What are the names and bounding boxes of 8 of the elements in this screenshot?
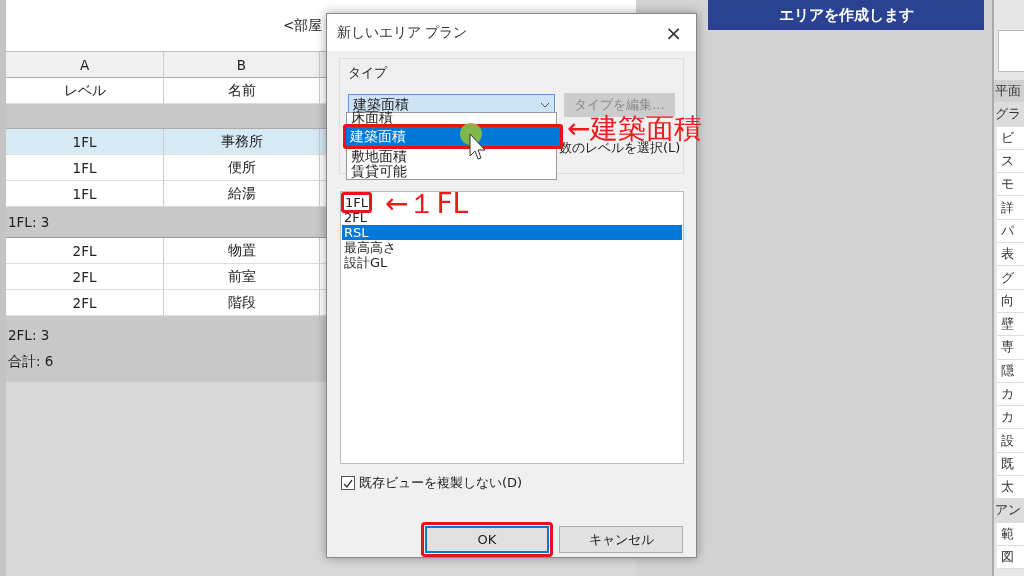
group-count: 1FL: 3 xyxy=(8,214,50,230)
total-count: 合計: 6 xyxy=(8,353,55,372)
group-label: タイプ xyxy=(348,64,387,82)
group-count: 2FL: 3 xyxy=(8,326,51,343)
checkbox-label: 既存ビューを複製しない(D) xyxy=(359,474,523,492)
dialog-title: 新しいエリア プラン xyxy=(337,23,468,42)
schedule-title: <部屋 xyxy=(283,16,323,35)
title-banner: エリアを作成します xyxy=(708,0,984,30)
